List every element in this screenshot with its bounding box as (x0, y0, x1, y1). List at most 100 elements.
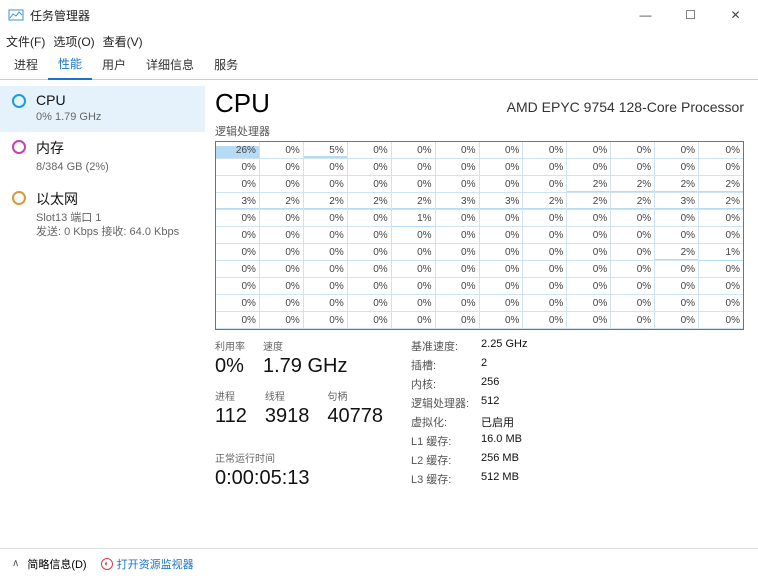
core-cell: 0% (260, 244, 304, 261)
sidebar-item-mem[interactable]: 内存8/384 GB (2%) (0, 132, 205, 182)
core-cell: 0% (348, 176, 392, 193)
core-cell: 0% (260, 261, 304, 278)
detail-row: 内核:256 (411, 376, 527, 392)
core-cell: 0% (304, 159, 348, 176)
core-cell: 0% (304, 278, 348, 295)
core-cell: 0% (480, 176, 524, 193)
tab-bar: 进程性能用户详细信息服务 (0, 52, 758, 80)
core-cell: 0% (392, 278, 436, 295)
sidebar-item-cpu[interactable]: CPU0% 1.79 GHz (0, 86, 205, 132)
core-cell: 3% (436, 193, 480, 210)
core-cell: 0% (523, 295, 567, 312)
core-cell: 0% (567, 227, 611, 244)
core-cell: 0% (348, 312, 392, 329)
core-cell: 0% (348, 227, 392, 244)
core-cell: 0% (348, 142, 392, 159)
window-controls: — ☐ ✕ (623, 0, 758, 30)
menu-view[interactable]: 查看(V) (103, 33, 143, 50)
resource-monitor-link[interactable]: ◐ 打开资源监视器 (101, 556, 194, 572)
core-cell: 0% (436, 295, 480, 312)
core-cell: 0% (392, 261, 436, 278)
core-cell: 0% (699, 278, 743, 295)
core-cell: 0% (699, 210, 743, 227)
core-cell: 0% (480, 159, 524, 176)
core-cell: 0% (567, 278, 611, 295)
main-panel: CPU AMD EPYC 9754 128-Core Processor 逻辑处… (205, 80, 758, 548)
core-grid[interactable]: 26%0%5%0%0%0%0%0%0%0%0%0%0%0%0%0%0%0%0%0… (215, 141, 744, 330)
core-cell: 0% (216, 278, 260, 295)
core-cell: 0% (216, 159, 260, 176)
core-cell: 0% (655, 261, 699, 278)
core-cell: 0% (611, 244, 655, 261)
sidebar-title: 以太网 (36, 189, 179, 209)
core-cell: 1% (392, 210, 436, 227)
core-cell: 2% (699, 176, 743, 193)
core-cell: 0% (392, 227, 436, 244)
core-cell: 0% (523, 261, 567, 278)
core-cell: 1% (699, 244, 743, 261)
core-cell: 0% (436, 176, 480, 193)
detail-row: 插槽:2 (411, 357, 527, 373)
core-cell: 2% (611, 193, 655, 210)
core-cell: 0% (523, 244, 567, 261)
close-button[interactable]: ✕ (713, 0, 758, 30)
core-cell: 0% (611, 278, 655, 295)
maximize-button[interactable]: ☐ (668, 0, 713, 30)
core-cell: 0% (480, 210, 524, 227)
sidebar-sub: Slot13 端口 1 发送: 0 Kbps 接收: 64.0 Kbps (36, 211, 179, 240)
detail-row: L1 缓存:16.0 MB (411, 433, 527, 449)
tab-4[interactable]: 服务 (204, 51, 248, 79)
sidebar: CPU0% 1.79 GHz内存8/384 GB (2%)以太网Slot13 端… (0, 80, 205, 548)
core-cell: 0% (348, 159, 392, 176)
brief-info-link[interactable]: 简略信息(D) (27, 556, 86, 572)
core-cell: 0% (699, 312, 743, 329)
core-cell: 0% (611, 312, 655, 329)
eth-icon (12, 191, 26, 205)
core-cell: 0% (655, 278, 699, 295)
core-cell: 0% (611, 142, 655, 159)
tab-2[interactable]: 用户 (92, 51, 136, 79)
core-cell: 0% (523, 159, 567, 176)
minimize-button[interactable]: — (623, 0, 668, 30)
core-cell: 0% (611, 210, 655, 227)
core-cell: 0% (260, 227, 304, 244)
stat-threads: 线程 3918 (265, 388, 310, 428)
core-cell: 0% (348, 210, 392, 227)
core-cell: 0% (216, 312, 260, 329)
menu-file[interactable]: 文件(F) (6, 33, 45, 50)
core-cell: 0% (523, 278, 567, 295)
detail-row: L2 缓存:256 MB (411, 452, 527, 468)
tab-3[interactable]: 详细信息 (136, 51, 204, 79)
core-cell: 0% (523, 142, 567, 159)
core-cell: 0% (392, 159, 436, 176)
core-cell: 0% (480, 295, 524, 312)
core-cell: 0% (655, 142, 699, 159)
core-cell: 0% (348, 261, 392, 278)
core-cell: 0% (348, 244, 392, 261)
core-cell: 0% (392, 244, 436, 261)
menu-bar: 文件(F) 选项(O) 查看(V) (0, 30, 758, 52)
core-cell: 2% (699, 193, 743, 210)
core-cell: 0% (304, 261, 348, 278)
core-cell: 0% (480, 261, 524, 278)
core-cell: 0% (655, 295, 699, 312)
sidebar-item-eth[interactable]: 以太网Slot13 端口 1 发送: 0 Kbps 接收: 64.0 Kbps (0, 183, 205, 248)
core-cell: 0% (436, 159, 480, 176)
core-cell: 0% (216, 210, 260, 227)
detail-row: 虚拟化:已启用 (411, 414, 527, 430)
cpu-model: AMD EPYC 9754 128-Core Processor (507, 99, 744, 115)
core-cell: 0% (436, 278, 480, 295)
cpu-details: 基准速度:2.25 GHz插槽:2内核:256逻辑处理器:512虚拟化:已启用L… (411, 338, 527, 490)
menu-options[interactable]: 选项(O) (53, 33, 94, 50)
core-cell: 0% (260, 295, 304, 312)
core-cell: 0% (216, 176, 260, 193)
tab-1[interactable]: 性能 (48, 50, 92, 80)
chevron-up-icon: ∧ (12, 558, 19, 569)
tab-0[interactable]: 进程 (4, 51, 48, 79)
core-cell: 0% (304, 312, 348, 329)
core-cell: 0% (304, 227, 348, 244)
core-cell: 0% (699, 261, 743, 278)
core-cell: 0% (260, 142, 304, 159)
core-cell: 0% (567, 295, 611, 312)
core-cell: 0% (436, 142, 480, 159)
